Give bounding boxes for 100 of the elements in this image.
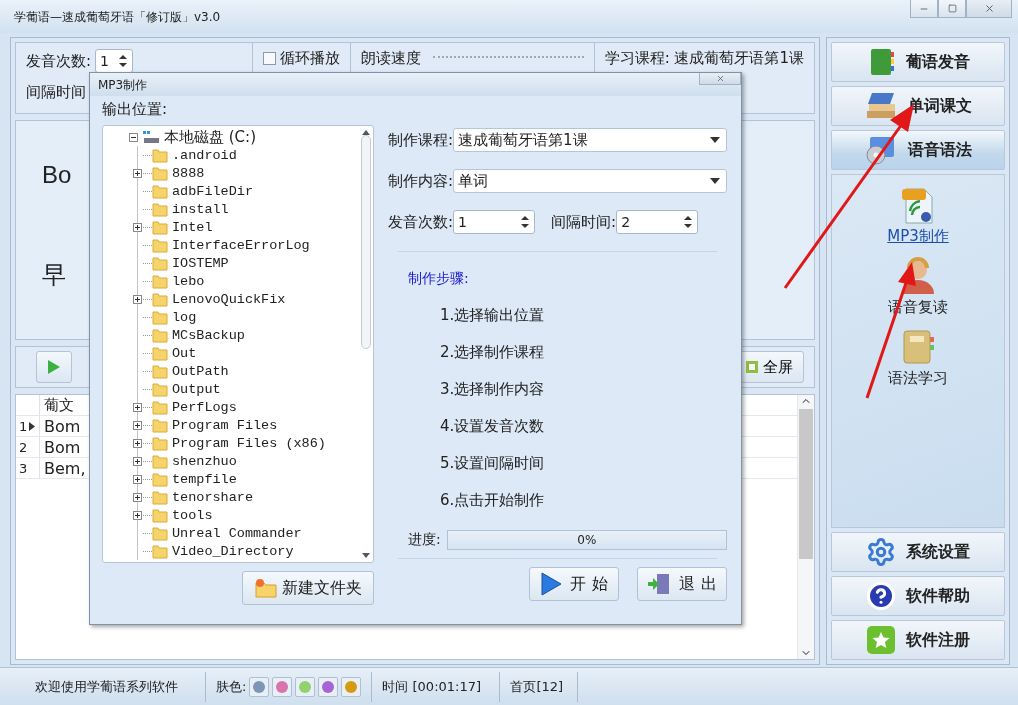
folder-icon	[152, 489, 168, 505]
folder-icon	[152, 165, 168, 181]
nav-section-button[interactable]: 软件注册	[831, 620, 1005, 660]
folder-tree-item[interactable]: tools	[132, 506, 359, 524]
steps-title: 制作步骤:	[408, 270, 470, 288]
progress-label: 进度:	[408, 531, 441, 549]
expand-icon[interactable]	[133, 438, 142, 448]
folder-tree-item[interactable]: Intel	[132, 218, 359, 236]
interval-label: 间隔时间:	[551, 212, 617, 232]
folder-icon	[152, 237, 168, 253]
table-cell: Bom	[44, 437, 81, 457]
expand-icon[interactable]	[133, 420, 142, 430]
collapse-icon[interactable]	[129, 132, 138, 142]
folder-icon	[152, 327, 168, 343]
folder-tree-item[interactable]: install	[132, 200, 359, 218]
close-icon	[983, 3, 995, 14]
folder-icon	[152, 219, 168, 235]
play-icon	[47, 359, 61, 375]
repeat-count-field[interactable]: 1	[95, 49, 134, 73]
content-select[interactable]: 单词	[453, 169, 727, 193]
page-text: 首页[12]	[510, 677, 564, 696]
interval-label: 间隔时间	[26, 83, 86, 102]
folder-tree-item[interactable]: OutPath	[132, 362, 359, 380]
expand-icon[interactable]	[133, 402, 142, 412]
nav-section-button[interactable]: 软件帮助	[831, 576, 1005, 616]
repeat-count-field[interactable]: 1	[453, 210, 536, 234]
scroll-down-icon[interactable]	[362, 553, 370, 558]
folder-icon	[152, 309, 168, 325]
step-text: 1.选择输出位置	[440, 306, 546, 325]
step-text: 4.设置发音次数	[440, 417, 546, 436]
folder-tree-item[interactable]: IOSTEMP	[132, 254, 359, 272]
folder-tree-item[interactable]: Program Files (x86)	[132, 434, 359, 452]
nav-link[interactable]: MP3制作	[887, 185, 949, 246]
nav-section-button[interactable]: 葡语发音	[831, 42, 1005, 82]
folder-tree-item[interactable]: Output	[132, 380, 359, 398]
nav-section-button[interactable]: 系统设置	[831, 532, 1005, 572]
content-label: 制作内容:	[388, 171, 454, 191]
folder-tree-item[interactable]: MCsBackup	[132, 326, 359, 344]
spin-arrows-icon[interactable]	[520, 214, 531, 230]
row-number: 2	[16, 437, 40, 457]
folder-tree-item[interactable]: lebo	[132, 272, 359, 290]
folder-tree-item[interactable]: tempfile	[132, 470, 359, 488]
settings-icon	[866, 537, 896, 567]
expand-icon[interactable]	[133, 168, 142, 178]
folder-tree-item[interactable]: log	[132, 308, 359, 326]
expand-icon[interactable]	[133, 510, 142, 520]
time-text: 时间 [00:01:17]	[382, 677, 482, 696]
course-label: 制作课程:	[388, 130, 454, 150]
interval-field[interactable]: 2	[616, 210, 699, 234]
nav-section-button[interactable]: 语音语法	[831, 130, 1005, 170]
play-button[interactable]	[36, 351, 72, 383]
dropdown-caret-icon[interactable]	[710, 178, 720, 184]
folder-icon	[152, 255, 168, 271]
folder-tree-item[interactable]: 8888	[132, 164, 359, 182]
folder-tree-item[interactable]: .android	[132, 146, 359, 164]
step-text: 3.选择制作内容	[440, 380, 546, 399]
start-button[interactable]: 开 始	[529, 567, 619, 601]
folder-icon	[152, 417, 168, 433]
fullscreen-icon	[745, 360, 759, 374]
row-number: 1	[16, 416, 40, 436]
maximize-icon	[947, 4, 957, 13]
books-icon	[864, 91, 898, 121]
folder-tree-item[interactable]: PerfLogs	[132, 398, 359, 416]
exit-door-icon	[647, 572, 672, 596]
expand-icon[interactable]	[133, 456, 142, 466]
dialog-title: MP3制作	[98, 77, 148, 94]
tree-item[interactable]: 本地磁盘 (C:)	[129, 128, 359, 146]
folder-tree-item[interactable]: tenorshare	[132, 488, 359, 506]
expand-icon[interactable]	[133, 294, 142, 304]
loop-checkbox[interactable]	[262, 52, 276, 65]
table-cell: Bem,	[44, 458, 86, 478]
folder-tree-item[interactable]: Video_Directory	[132, 542, 359, 560]
course-select[interactable]: 速成葡萄牙语第1课	[453, 128, 727, 152]
folder-icon	[152, 399, 168, 415]
exit-button[interactable]: 退 出	[637, 567, 727, 601]
close-icon	[715, 74, 725, 83]
folder-tree-item[interactable]: InterfaceErrorLog	[132, 236, 359, 254]
word-text: Bo	[42, 161, 72, 189]
step-text: 2.选择制作课程	[440, 343, 546, 362]
dropdown-caret-icon[interactable]	[710, 137, 720, 143]
folder-tree-item[interactable]: Program Files	[132, 416, 359, 434]
expand-icon[interactable]	[133, 474, 142, 484]
folder-tree-item[interactable]: shenzhuo	[132, 452, 359, 470]
scrollbar[interactable]	[797, 395, 814, 659]
nav-link[interactable]: 语法学习	[888, 327, 948, 388]
help-icon	[866, 581, 896, 611]
folder-tree-item[interactable]: Out	[132, 344, 359, 362]
step-text: 5.设置间隔时间	[440, 454, 546, 473]
folder-icon	[152, 435, 168, 451]
folder-tree-item[interactable]: LenovoQuickFix	[132, 290, 359, 308]
folder-icon	[152, 201, 168, 217]
new-folder-icon	[254, 577, 278, 599]
expand-icon[interactable]	[133, 492, 142, 502]
folder-tree-item[interactable]: adbFileDir	[132, 182, 359, 200]
table-cell: Bom	[44, 416, 81, 436]
folder-tree-item[interactable]: Unreal Commander	[132, 524, 359, 542]
expand-icon[interactable]	[133, 222, 142, 232]
spin-arrows-icon[interactable]	[118, 53, 129, 69]
spin-arrows-icon[interactable]	[683, 214, 694, 230]
new-folder-button[interactable]: 新建文件夹	[242, 571, 374, 605]
